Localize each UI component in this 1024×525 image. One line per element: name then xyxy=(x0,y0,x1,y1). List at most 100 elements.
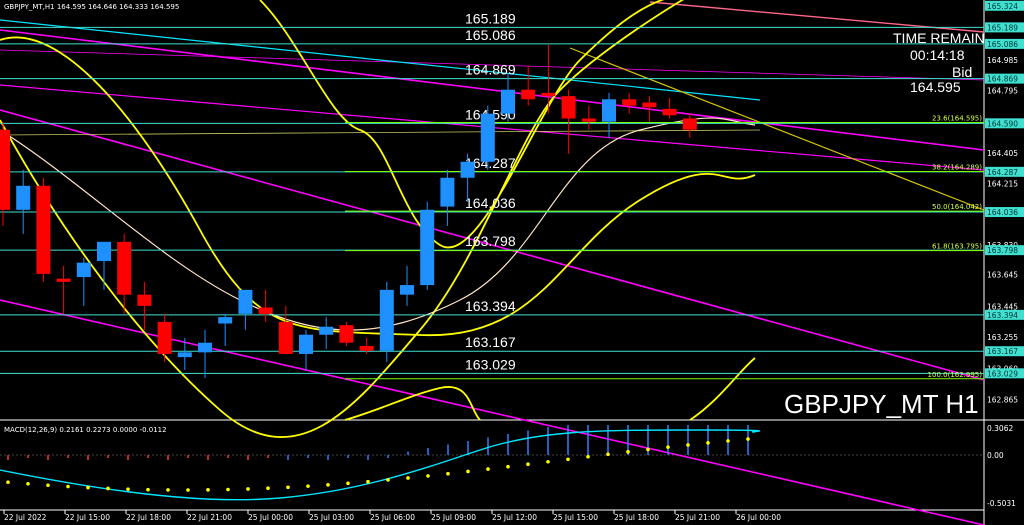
macd-dot xyxy=(246,487,250,491)
macd-dot xyxy=(646,447,650,452)
candle-body[interactable] xyxy=(299,334,313,354)
candle-body[interactable] xyxy=(642,102,657,108)
time-tick: 25 Jul 18:00 xyxy=(614,513,659,522)
macd-dot xyxy=(66,484,70,489)
macd-dot xyxy=(526,462,530,467)
level-label: 163.798 xyxy=(465,233,516,249)
level-label: 165.086 xyxy=(465,27,516,43)
candle-body[interactable] xyxy=(581,118,596,122)
macd-dot xyxy=(326,483,330,487)
candle-body[interactable] xyxy=(258,307,273,314)
candle-body[interactable] xyxy=(76,262,91,278)
candle-body[interactable] xyxy=(56,278,71,282)
fib-label: 100.0(162.995) xyxy=(928,371,983,379)
time-tick: 22 Jul 15:00 xyxy=(65,513,110,522)
candle-body[interactable] xyxy=(16,185,31,210)
candle-body[interactable] xyxy=(339,325,354,343)
time-tick: 22 Jul 21:00 xyxy=(187,513,232,522)
time-tick: 25 Jul 21:00 xyxy=(675,513,720,522)
trend-line xyxy=(569,47,985,211)
candle-body[interactable] xyxy=(480,113,495,162)
price-axis: 165.324 165.189 165.086 164.985 164.869 164.7… xyxy=(985,0,1024,405)
price-tick: 165.086 xyxy=(987,40,1018,49)
candle-body[interactable] xyxy=(137,294,152,306)
candle-body[interactable] xyxy=(278,321,293,354)
price-tick: 164.590 xyxy=(987,119,1018,128)
candle-body[interactable] xyxy=(622,99,637,106)
macd-dot xyxy=(226,487,230,492)
bid-value: 164.595 xyxy=(910,79,961,95)
candle-body[interactable] xyxy=(460,161,475,178)
macd-dot xyxy=(666,445,670,449)
level-label: 165.189 xyxy=(465,10,516,26)
candle-body[interactable] xyxy=(157,321,172,354)
macd-dot xyxy=(726,439,730,443)
candle-body[interactable] xyxy=(359,345,374,351)
price-tick: 164.036 xyxy=(987,208,1018,217)
time-tick: 25 Jul 03:00 xyxy=(309,513,354,522)
candle-body[interactable] xyxy=(177,352,192,358)
candle-body[interactable] xyxy=(36,185,51,274)
macd-signal-line xyxy=(0,429,761,501)
price-tick: 163.255 xyxy=(987,333,1018,342)
macd-dot xyxy=(86,485,90,490)
candle-body[interactable] xyxy=(117,241,132,295)
macd-dot xyxy=(386,478,390,482)
price-tick: 163.645 xyxy=(987,271,1018,280)
candle-body[interactable] xyxy=(379,289,394,351)
chart-canvas[interactable]: 165.189165.086164.869164.590164.287164.0… xyxy=(0,0,1024,525)
candle-body[interactable] xyxy=(218,317,233,324)
candle-body[interactable] xyxy=(198,342,212,353)
macd-dot xyxy=(426,474,430,478)
candle-body[interactable] xyxy=(319,326,334,335)
candle-body[interactable] xyxy=(420,209,435,286)
fib-label: 38.2(164.289) xyxy=(932,164,982,172)
price-tick: 163.798 xyxy=(987,246,1018,255)
macd-dot xyxy=(146,487,150,492)
candle-body[interactable] xyxy=(561,96,576,119)
macd-dot xyxy=(266,486,270,491)
macd-dot xyxy=(566,457,570,462)
candle-body[interactable] xyxy=(501,89,515,114)
candle-body[interactable] xyxy=(682,118,697,130)
middle-band xyxy=(0,36,756,336)
macd-dot xyxy=(546,459,550,464)
macd-tick: 0.00 xyxy=(987,451,1004,460)
level-label: 164.036 xyxy=(465,195,516,211)
candle-body[interactable] xyxy=(0,129,10,210)
price-tick: 163.167 xyxy=(987,347,1018,356)
macd-dot xyxy=(606,452,610,457)
candle-body[interactable] xyxy=(602,99,616,122)
macd-dot xyxy=(306,484,310,488)
fib-label: 50.0(164.042) xyxy=(932,203,982,211)
macd-dot xyxy=(746,437,750,441)
candle-body[interactable] xyxy=(662,108,677,116)
price-tick: 164.795 xyxy=(987,86,1018,95)
macd-dot xyxy=(206,488,210,492)
macd-dot xyxy=(286,485,290,490)
candle-body[interactable] xyxy=(238,289,253,314)
upper-band xyxy=(0,0,685,438)
candle-body[interactable] xyxy=(440,177,455,207)
time-remain-label: TIME REMAIN xyxy=(893,30,985,46)
macd-panel: 0.3062 0.00 -0.5031 xyxy=(0,424,1016,508)
macd-dot xyxy=(686,443,690,447)
fib-label: 61.8(163.795) xyxy=(932,243,982,251)
price-tick: 164.287 xyxy=(987,168,1018,177)
time-tick: 22 Jul 18:00 xyxy=(126,513,171,522)
candle-body[interactable] xyxy=(97,241,111,262)
candle-body[interactable] xyxy=(400,285,414,295)
time-tick: 25 Jul 00:00 xyxy=(248,513,293,522)
level-label: 163.167 xyxy=(465,334,516,350)
time-tick: 25 Jul 15:00 xyxy=(553,513,598,522)
candle-body[interactable] xyxy=(521,89,536,100)
candle-body[interactable] xyxy=(541,92,556,97)
symbol-watermark: GBPJPY_MT H1 xyxy=(784,389,979,419)
macd-dot xyxy=(186,488,190,492)
macd-dot xyxy=(6,480,10,485)
price-tick: 163.394 xyxy=(987,311,1018,320)
time-tick: 25 Jul 12:00 xyxy=(492,513,537,522)
macd-dot xyxy=(486,467,490,471)
macd-tick: -0.5031 xyxy=(987,499,1016,508)
cyan-ma-line xyxy=(0,19,761,101)
